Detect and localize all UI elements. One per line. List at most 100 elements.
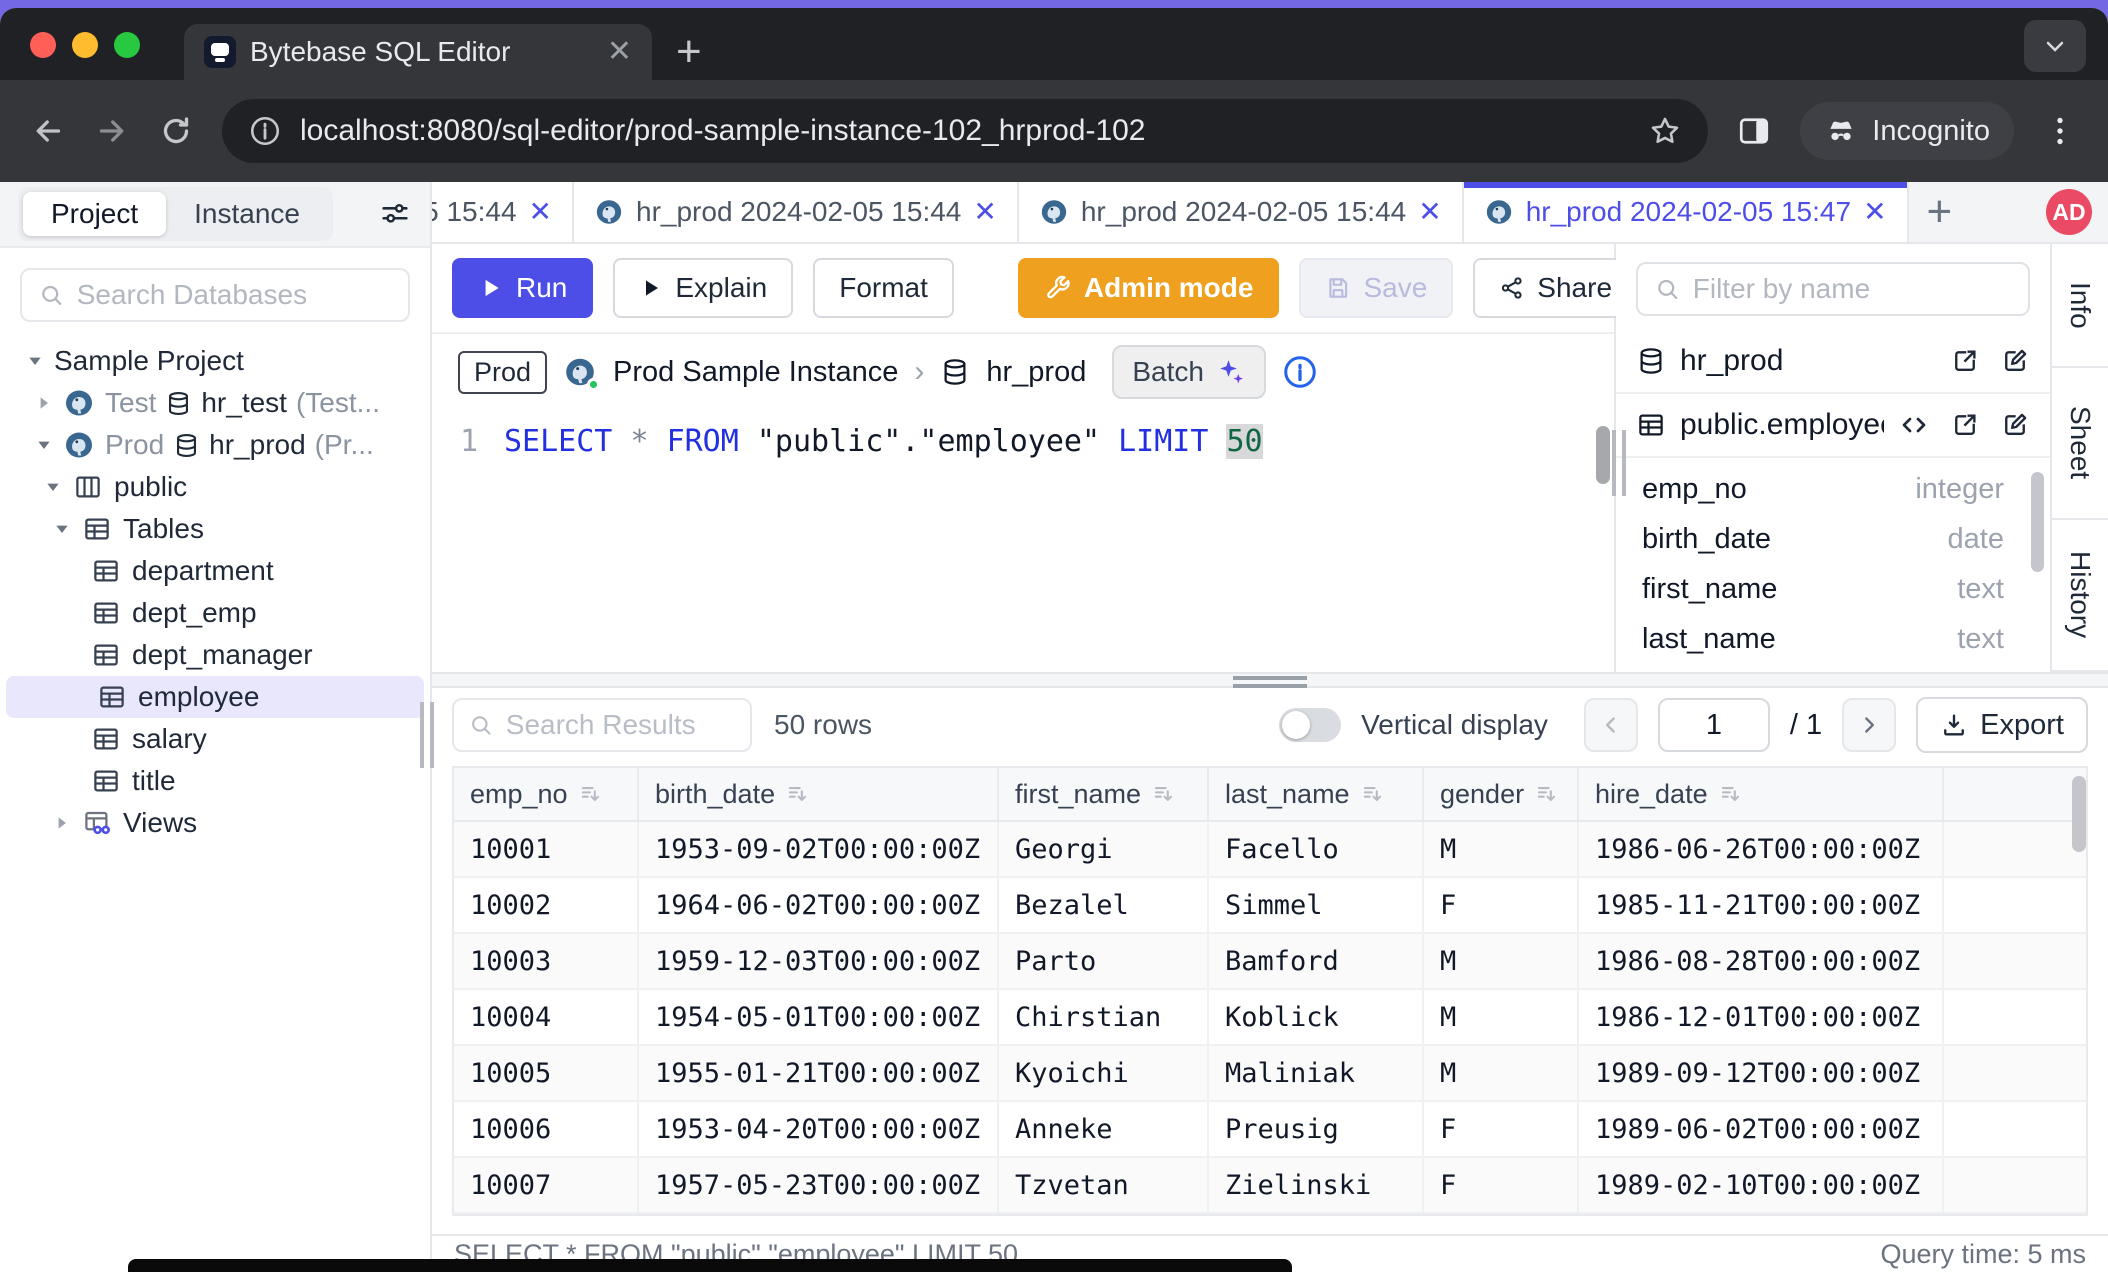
cell-gender[interactable]: F bbox=[1424, 878, 1579, 932]
format-button[interactable]: Format bbox=[813, 258, 954, 318]
side-tab-info[interactable]: Info bbox=[2052, 244, 2108, 368]
explain-button[interactable]: Explain bbox=[613, 258, 793, 318]
cell-hire_date[interactable]: 1989-02-10T00:00:00Z bbox=[1579, 1158, 1944, 1212]
query-tab-4-active[interactable]: hr_prod 2024-02-05 15:47✕ bbox=[1464, 182, 1909, 242]
cell-gender[interactable]: M bbox=[1424, 934, 1579, 988]
sort-icon[interactable] bbox=[1534, 781, 1560, 807]
result-row-10001[interactable]: 100011953-09-02T00:00:00ZGeorgiFacelloM1… bbox=[454, 822, 2086, 878]
edit-icon[interactable] bbox=[2000, 346, 2030, 376]
tree-settings-icon[interactable] bbox=[378, 197, 412, 231]
caret-right-icon[interactable] bbox=[51, 814, 73, 832]
database-search-input[interactable] bbox=[77, 279, 392, 311]
zoom-window-button[interactable] bbox=[114, 32, 140, 58]
browser-tab-close-icon[interactable]: ✕ bbox=[607, 37, 632, 67]
tab-project[interactable]: Project bbox=[23, 192, 166, 236]
tree-item-salary[interactable]: salary bbox=[0, 718, 430, 760]
cell-first_name[interactable]: Tzvetan bbox=[999, 1158, 1209, 1212]
caret-down-icon[interactable] bbox=[44, 478, 62, 496]
caret-down-icon[interactable] bbox=[24, 352, 46, 370]
query-tab-1[interactable]: 5 15:44✕ bbox=[432, 182, 574, 242]
cell-emp_no[interactable]: 10007 bbox=[454, 1158, 639, 1212]
cell-hire_date[interactable]: 1986-08-28T00:00:00Z bbox=[1579, 934, 1944, 988]
tree-item-department[interactable]: department bbox=[0, 550, 430, 592]
info-icon[interactable] bbox=[1282, 354, 1318, 390]
column-row-first_name[interactable]: first_nametext bbox=[1616, 564, 2050, 614]
instance-name[interactable]: Prod Sample Instance bbox=[613, 356, 898, 389]
close-tab-icon[interactable]: ✕ bbox=[529, 198, 552, 226]
run-button[interactable]: Run bbox=[452, 258, 593, 318]
schema-filter[interactable] bbox=[1636, 262, 2030, 316]
sort-icon[interactable] bbox=[1718, 781, 1744, 807]
caret-down-icon[interactable] bbox=[53, 520, 71, 538]
tree-item-title[interactable]: title bbox=[0, 760, 430, 802]
browser-menu-icon[interactable] bbox=[2042, 113, 2078, 149]
close-tab-icon[interactable]: ✕ bbox=[973, 198, 996, 226]
cell-emp_no[interactable]: 10006 bbox=[454, 1102, 639, 1156]
cell-first_name[interactable]: Georgi bbox=[999, 822, 1209, 876]
admin-mode-button[interactable]: Admin mode bbox=[1018, 258, 1280, 318]
cell-emp_no[interactable]: 10005 bbox=[454, 1046, 639, 1100]
side-tab-history[interactable]: History bbox=[2052, 520, 2108, 672]
result-row-10006[interactable]: 100061953-04-20T00:00:00ZAnnekePreusigF1… bbox=[454, 1102, 2086, 1158]
cell-emp_no[interactable]: 10002 bbox=[454, 878, 639, 932]
new-query-tab-button[interactable]: + bbox=[1909, 190, 1971, 234]
cell-last_name[interactable]: Preusig bbox=[1209, 1102, 1424, 1156]
cell-last_name[interactable]: Maliniak bbox=[1209, 1046, 1424, 1100]
panel-database-row[interactable]: hr_prod bbox=[1616, 330, 2050, 394]
header-cell-emp_no[interactable]: emp_no bbox=[454, 768, 639, 820]
result-row-10007[interactable]: 100071957-05-23T00:00:00ZTzvetanZielinsk… bbox=[454, 1158, 2086, 1214]
result-row-10003[interactable]: 100031959-12-03T00:00:00ZPartoBamfordM19… bbox=[454, 934, 2086, 990]
cell-first_name[interactable]: Parto bbox=[999, 934, 1209, 988]
cell-gender[interactable]: M bbox=[1424, 822, 1579, 876]
tree-item-dept_emp[interactable]: dept_emp bbox=[0, 592, 430, 634]
cell-last_name[interactable]: Zielinski bbox=[1209, 1158, 1424, 1212]
tree-item-dept_manager[interactable]: dept_manager bbox=[0, 634, 430, 676]
side-panel-icon[interactable] bbox=[1736, 113, 1772, 149]
export-button[interactable]: Export bbox=[1916, 697, 2088, 753]
code-icon[interactable] bbox=[1898, 409, 1930, 441]
tree-item-employee[interactable]: employee bbox=[6, 676, 424, 718]
sort-icon[interactable] bbox=[578, 781, 604, 807]
cell-emp_no[interactable]: 10004 bbox=[454, 990, 639, 1044]
editor-scrollbar-thumb[interactable] bbox=[1596, 426, 1610, 484]
sort-icon[interactable] bbox=[1151, 781, 1177, 807]
side-tab-sheet[interactable]: Sheet bbox=[2052, 368, 2108, 520]
cell-hire_date[interactable]: 1986-06-26T00:00:00Z bbox=[1579, 822, 1944, 876]
column-row-birth_date[interactable]: birth_datedate bbox=[1616, 514, 2050, 564]
caret-down-icon[interactable] bbox=[51, 520, 73, 538]
schema-filter-input[interactable] bbox=[1693, 273, 2012, 305]
tree-item-sample-project[interactable]: Sample Project bbox=[0, 340, 430, 382]
cell-hire_date[interactable]: 1985-11-21T00:00:00Z bbox=[1579, 878, 1944, 932]
result-row-10005[interactable]: 100051955-01-21T00:00:00ZKyoichiMaliniak… bbox=[454, 1046, 2086, 1102]
results-scrollbar-thumb[interactable] bbox=[2072, 776, 2086, 852]
header-cell-first_name[interactable]: first_name bbox=[999, 768, 1209, 820]
cell-first_name[interactable]: Chirstian bbox=[999, 990, 1209, 1044]
browser-new-tab-button[interactable]: + bbox=[676, 26, 702, 78]
cell-last_name[interactable]: Facello bbox=[1209, 822, 1424, 876]
caret-down-icon[interactable] bbox=[26, 352, 44, 370]
results-search-input[interactable] bbox=[506, 709, 736, 741]
cell-last_name[interactable]: Koblick bbox=[1209, 990, 1424, 1044]
tree-item-public[interactable]: public bbox=[0, 466, 430, 508]
back-icon[interactable] bbox=[30, 113, 66, 149]
cell-gender[interactable]: M bbox=[1424, 990, 1579, 1044]
vertical-display-toggle[interactable] bbox=[1279, 708, 1341, 742]
cell-first_name[interactable]: Kyoichi bbox=[999, 1046, 1209, 1100]
caret-down-icon[interactable] bbox=[35, 436, 53, 454]
browser-tab[interactable]: Bytebase SQL Editor ✕ bbox=[184, 24, 652, 80]
page-number-input[interactable] bbox=[1658, 698, 1770, 752]
cell-emp_no[interactable]: 10001 bbox=[454, 822, 639, 876]
tab-instance[interactable]: Instance bbox=[166, 192, 328, 236]
column-row-emp_no[interactable]: emp_nointeger bbox=[1616, 464, 2050, 514]
external-link-icon[interactable] bbox=[1950, 410, 1980, 440]
cell-birth_date[interactable]: 1954-05-01T00:00:00Z bbox=[639, 990, 999, 1044]
cell-last_name[interactable]: Bamford bbox=[1209, 934, 1424, 988]
cell-gender[interactable]: F bbox=[1424, 1158, 1579, 1212]
caret-down-icon[interactable] bbox=[33, 436, 55, 454]
sort-icon[interactable] bbox=[1360, 781, 1386, 807]
prev-page-button[interactable] bbox=[1584, 698, 1638, 752]
save-button[interactable]: Save bbox=[1299, 258, 1453, 318]
cell-hire_date[interactable]: 1986-12-01T00:00:00Z bbox=[1579, 990, 1944, 1044]
cell-gender[interactable]: F bbox=[1424, 1102, 1579, 1156]
site-info-icon[interactable] bbox=[248, 114, 282, 148]
